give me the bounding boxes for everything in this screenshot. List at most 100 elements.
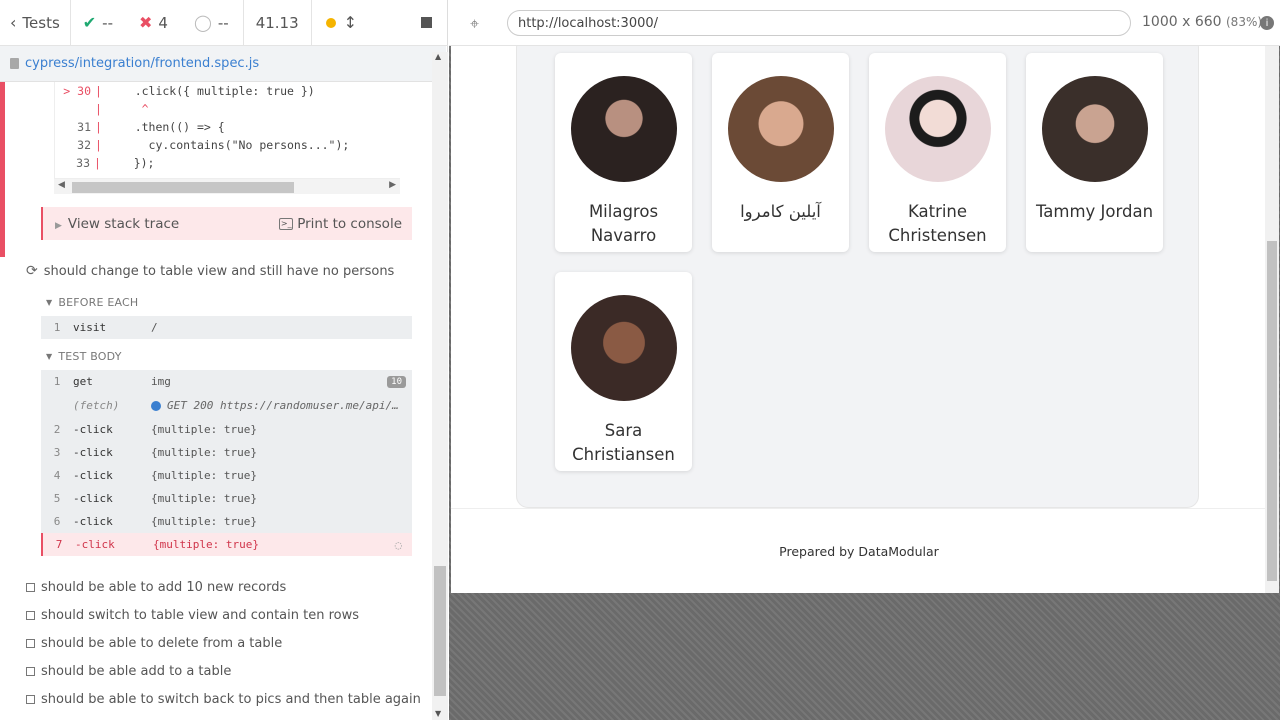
command-name: visit: [73, 321, 107, 334]
checkbox-icon: [26, 583, 35, 592]
command-row[interactable]: 1 visit /: [41, 316, 412, 339]
command-row[interactable]: 6 -click {multiple: true}: [41, 510, 412, 533]
footer-text: Prepared by DataModular: [779, 543, 939, 559]
test-body-label: TEST BODY: [58, 350, 122, 363]
view-stack-trace-label: View stack trace: [67, 215, 180, 232]
command-row[interactable]: 2 -click {multiple: true}: [41, 418, 412, 441]
pending-test[interactable]: should be able to switch back to pics an…: [26, 692, 421, 707]
print-to-console-button[interactable]: >_ Print to console: [279, 216, 402, 232]
pending-test-title: should be able to switch back to pics an…: [41, 692, 421, 707]
file-icon: [10, 58, 19, 69]
before-each-header[interactable]: ▼ BEFORE EACH: [46, 296, 138, 309]
selector-playground-icon[interactable]: ⌖: [470, 14, 479, 34]
app-footer: Prepared by DataModular: [451, 508, 1267, 593]
scrollbar-thumb[interactable]: [72, 182, 294, 193]
person-card[interactable]: Milagros Navarro: [555, 53, 692, 252]
pending-test[interactable]: should be able to add 10 new records: [26, 580, 286, 595]
pending-test-title: should be able to add 10 new records: [41, 580, 287, 595]
terminal-icon: >_: [279, 217, 294, 230]
code-line: 33 | });: [54, 154, 402, 172]
back-label: Tests: [22, 13, 60, 32]
print-label: Print to console: [297, 215, 402, 232]
command-name: get: [73, 375, 93, 388]
failed-command-row[interactable]: 7 -click {multiple: true} ◌: [41, 533, 412, 556]
viewport-size: 1000 x 660 (83%): [1142, 14, 1262, 30]
command-name: -click: [75, 538, 115, 551]
pending-test-title: should switch to table view and contain …: [41, 608, 360, 623]
person-card[interactable]: Tammy Jordan: [1026, 53, 1163, 252]
checkbox-icon: [26, 695, 35, 704]
back-to-tests-button[interactable]: ‹ Tests: [0, 0, 71, 45]
person-name: آیلین کامروا: [740, 202, 821, 221]
command-row[interactable]: 1 get img 10: [41, 370, 412, 393]
x-icon: ✖: [139, 13, 153, 32]
app-iframe: Milagros Navarro آیلین کامروا Katrine Ch…: [451, 46, 1267, 593]
command-arg: {multiple: true}: [151, 492, 257, 505]
code-horizontal-scrollbar[interactable]: ◀ ▶: [54, 178, 400, 194]
command-number: 1: [53, 375, 61, 388]
command-number: 2: [53, 423, 61, 436]
code-text: .then(() => {: [107, 120, 225, 134]
command-row[interactable]: 4 -click {multiple: true}: [41, 464, 412, 487]
persons-panel: Milagros Navarro آیلین کامروا Katrine Ch…: [516, 46, 1199, 508]
spec-file-bar[interactable]: cypress/integration/frontend.spec.js: [0, 46, 446, 82]
pending-test[interactable]: should switch to table view and contain …: [26, 608, 359, 623]
command-row[interactable]: 3 -click {multiple: true}: [41, 441, 412, 464]
code-frame-tail: 33 | });: [54, 154, 402, 178]
scroll-left-icon[interactable]: ◀: [58, 180, 65, 190]
person-name: Tammy Jordan: [1035, 202, 1154, 221]
spec-file-link[interactable]: cypress/integration/frontend.spec.js: [25, 56, 259, 71]
test-runner-panel: ‹ Tests ✔ -- ✖ 4 ◯ -- 41.13 ↕ cypress/in…: [0, 0, 448, 720]
avatar: [727, 76, 834, 182]
avatar: [570, 295, 677, 401]
scroll-right-icon[interactable]: ▶: [389, 180, 396, 190]
command-name: -click: [73, 446, 113, 459]
test-title[interactable]: ⟳ should change to table view and still …: [26, 263, 394, 279]
command-name: -click: [73, 515, 113, 528]
command-name: -click: [73, 469, 113, 482]
person-card[interactable]: آیلین کامروا: [712, 53, 849, 252]
person-name: Milagros Navarro: [588, 202, 659, 245]
command-name: (fetch): [73, 399, 120, 412]
fetch-dot-icon: [151, 400, 161, 411]
gutter: |: [95, 84, 102, 98]
url-field[interactable]: http://localhost:3000/: [507, 10, 1131, 36]
scrollbar-thumb[interactable]: [1267, 241, 1277, 581]
chevron-left-icon: ‹: [10, 13, 17, 32]
scroll-down-icon[interactable]: ▼: [435, 709, 441, 718]
code-line: 31 | .then(() => {: [55, 118, 402, 136]
command-row[interactable]: 5 -click {multiple: true}: [41, 487, 412, 510]
caret-down-icon: ▼: [46, 298, 53, 307]
browser-toolbar: ⌖ http://localhost:3000/ 1000 x 660 (83%…: [449, 0, 1280, 46]
line-number: 33: [76, 156, 90, 170]
refresh-icon: ⟳: [26, 263, 38, 279]
stack-trace-row: ▶ View stack trace >_ Print to console: [41, 207, 412, 240]
passed-value: --: [102, 13, 113, 32]
app-scrollbar[interactable]: [1265, 46, 1279, 593]
pending-test[interactable]: should be able add to a table: [26, 664, 231, 679]
code-text: ^: [107, 102, 149, 116]
pending-value: --: [217, 13, 229, 32]
zoom-level: (83%): [1226, 15, 1263, 29]
caret-down-icon: ▼: [46, 352, 53, 361]
view-stack-trace-toggle[interactable]: ▶ View stack trace: [55, 216, 179, 232]
person-card[interactable]: Katrine Christensen: [869, 53, 1006, 252]
viewport-dimensions: 1000 x 660: [1142, 14, 1222, 30]
command-number: 3: [53, 446, 61, 459]
command-log-scrollbar[interactable]: ▲ ▼: [432, 52, 448, 720]
scrollbar-thumb[interactable]: [434, 566, 446, 696]
avatar: [1041, 76, 1148, 182]
test-title-text: should change to table view and still ha…: [43, 263, 395, 279]
person-card[interactable]: Sara Christiansen: [555, 272, 692, 471]
pending-test[interactable]: should be able to delete from a table: [26, 636, 282, 651]
info-icon[interactable]: i: [1260, 16, 1274, 30]
test-body-header[interactable]: ▼ TEST BODY: [46, 350, 122, 363]
gutter: |: [94, 156, 101, 170]
command-row[interactable]: (fetch) GET 200 https://randomuser.me/ap…: [41, 393, 412, 418]
auto-scroll-toggle[interactable]: ↕: [312, 0, 371, 45]
command-name: -click: [73, 492, 113, 505]
scroll-up-icon[interactable]: ▲: [435, 52, 441, 61]
stop-button[interactable]: [405, 0, 448, 45]
url-text: http://localhost:3000/: [518, 15, 659, 31]
command-arg: {multiple: true}: [151, 446, 257, 459]
